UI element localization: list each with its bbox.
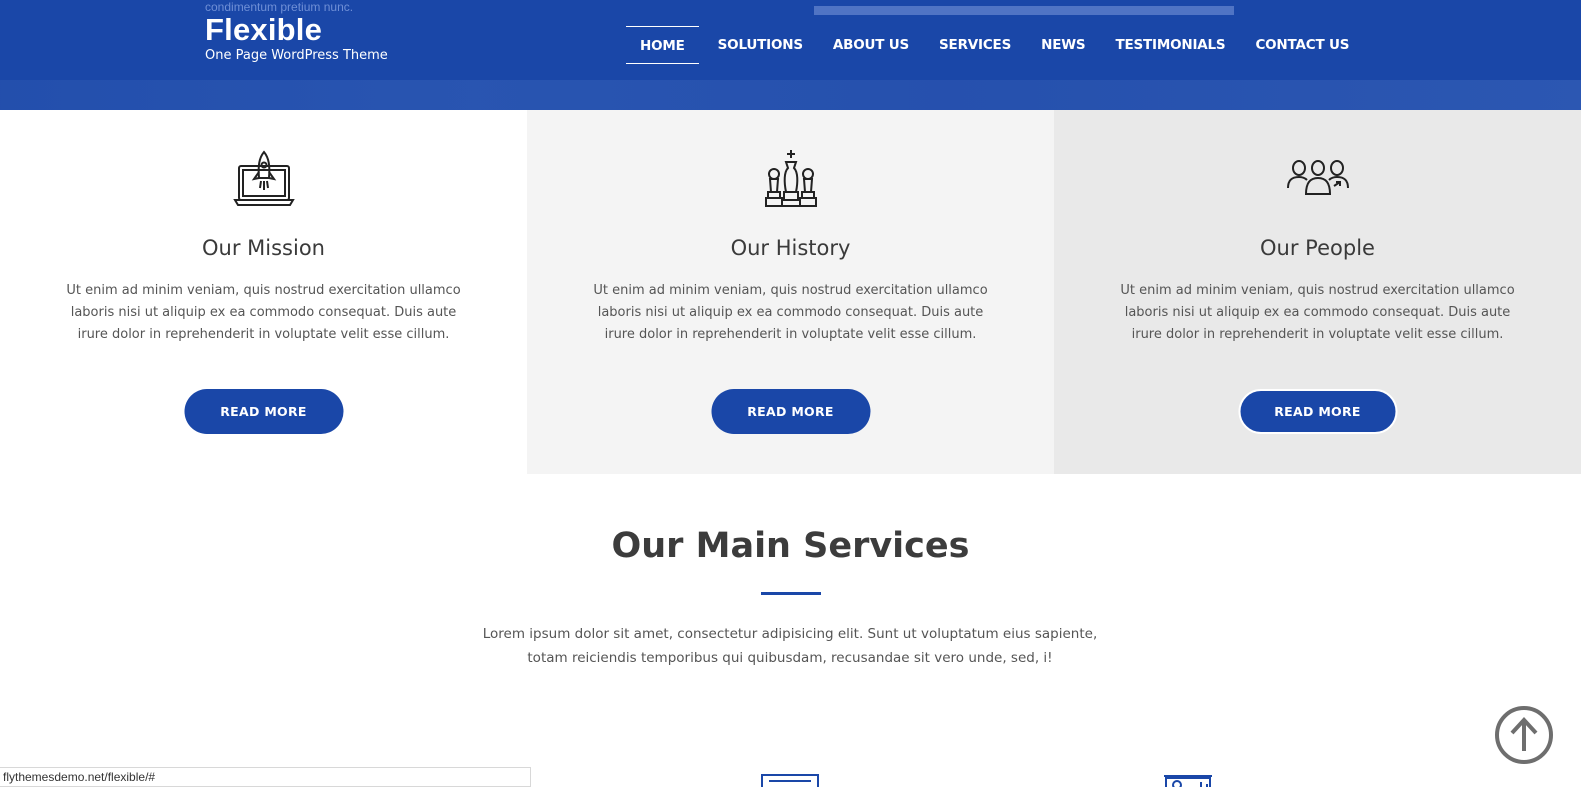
services-title: Our Main Services: [611, 526, 970, 566]
services-intro: Lorem ipsum dolor sit amet, consectetur …: [482, 626, 1098, 666]
people-group-icon: [1286, 158, 1350, 202]
service-window-icon: [761, 773, 819, 787]
header-progress-bar: [814, 6, 1234, 15]
nav-news[interactable]: NEWS: [1026, 26, 1100, 64]
header-background-band: [0, 80, 1581, 110]
read-more-button[interactable]: READ MORE: [184, 389, 343, 434]
feature-title: Our History: [730, 236, 851, 260]
chess-pieces-icon: [760, 148, 822, 214]
nav-home[interactable]: HOME: [626, 26, 699, 64]
site-header: condimentum pretium nunc. Flexible One P…: [0, 0, 1581, 110]
feature-text: Ut enim ad minim veniam, quis nostrud ex…: [66, 283, 461, 342]
service-chart-board-icon: [1163, 773, 1213, 787]
feature-title: Our People: [1260, 236, 1375, 260]
nav-contact-us[interactable]: CONTACT US: [1240, 26, 1364, 64]
main-nav: HOME SOLUTIONS ABOUT US SERVICES NEWS TE…: [626, 26, 1364, 64]
nav-about-us[interactable]: ABOUT US: [818, 26, 924, 64]
read-more-button[interactable]: READ MORE: [1238, 389, 1397, 434]
nav-testimonials[interactable]: TESTIMONIALS: [1100, 26, 1240, 64]
feature-history: Our History Ut enim ad minim veniam, qui…: [527, 110, 1054, 474]
services-divider: [761, 592, 821, 595]
feature-mission: Our Mission Ut enim ad minim veniam, qui…: [0, 110, 527, 474]
nav-solutions[interactable]: SOLUTIONS: [703, 26, 818, 64]
arrow-up-circle-icon: [1494, 706, 1554, 769]
read-more-button[interactable]: READ MORE: [711, 389, 870, 434]
rocket-laptop-icon: [232, 148, 295, 214]
brand-title[interactable]: Flexible: [205, 12, 322, 48]
brand-subtitle: One Page WordPress Theme: [205, 48, 388, 63]
feature-text: Ut enim ad minim veniam, quis nostrud ex…: [1120, 283, 1515, 342]
feature-title: Our Mission: [202, 236, 325, 260]
status-bar-url: flythemesdemo.net/flexible/#: [0, 767, 531, 787]
nav-services[interactable]: SERVICES: [924, 26, 1026, 64]
feature-text: Ut enim ad minim veniam, quis nostrud ex…: [593, 283, 988, 342]
feature-people: Our People Ut enim ad minim veniam, quis…: [1054, 110, 1581, 474]
scroll-to-top-button[interactable]: [1494, 705, 1554, 765]
